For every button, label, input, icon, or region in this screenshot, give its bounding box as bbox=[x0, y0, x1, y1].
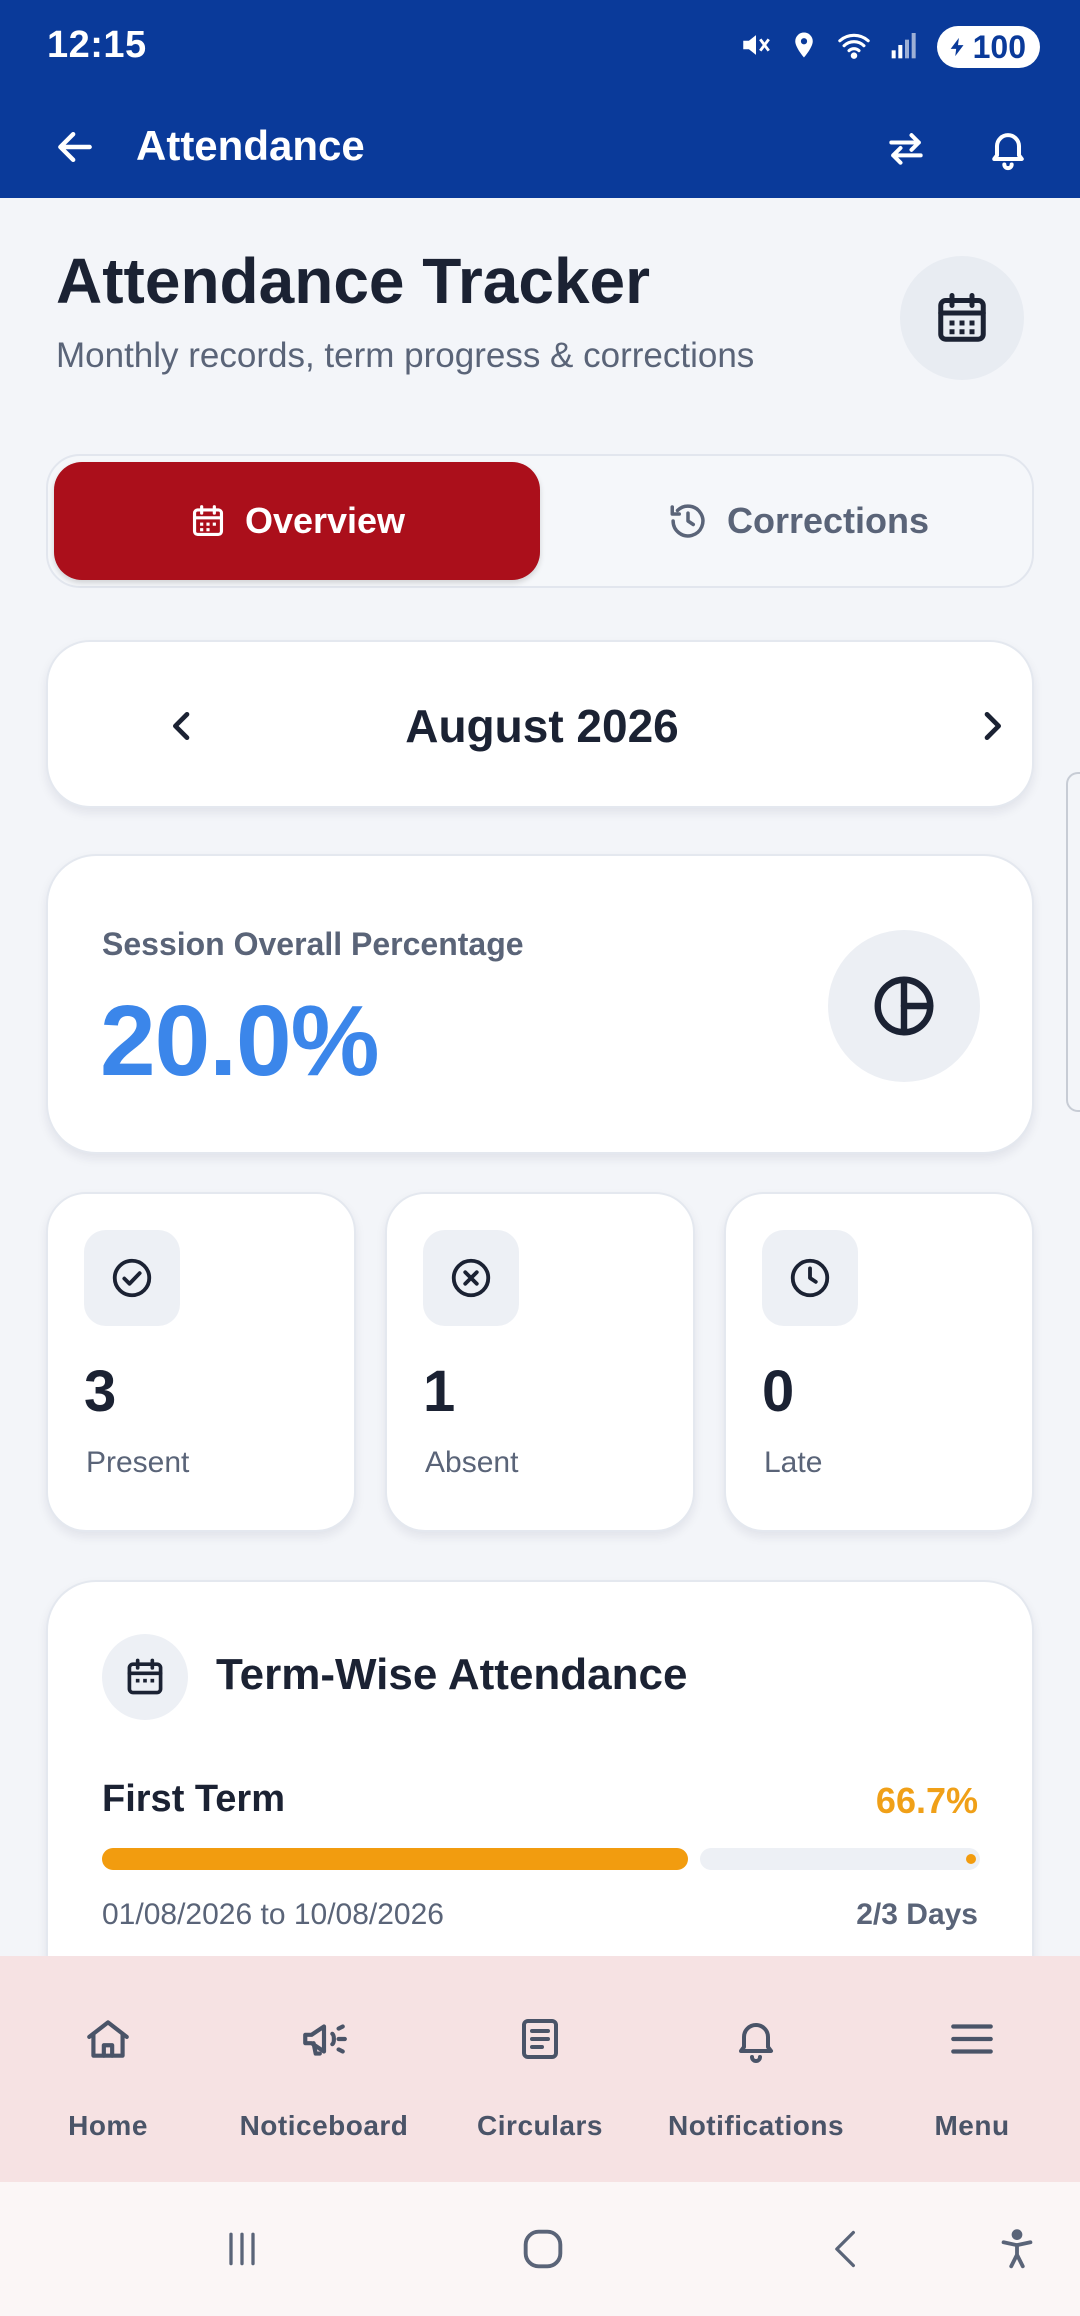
app-bar-title: Attendance bbox=[136, 122, 365, 169]
view-tabs: Overview Corrections bbox=[46, 454, 1034, 588]
location-icon bbox=[789, 28, 819, 67]
term-calendar-icon-wrap bbox=[102, 1634, 188, 1720]
mute-icon bbox=[739, 28, 773, 67]
x-circle-icon bbox=[451, 1258, 491, 1298]
page-subtitle: Monthly records, term progress & correct… bbox=[56, 336, 755, 375]
term-name: First Term bbox=[102, 1778, 286, 1820]
nav-menu-label: Menu bbox=[934, 2110, 1010, 2141]
status-bar: 12:15 100 bbox=[0, 0, 1080, 96]
term-days: 2/3 Days bbox=[856, 1898, 978, 1931]
home-circle-icon bbox=[523, 2229, 563, 2269]
term-section-title: Term-Wise Attendance bbox=[216, 1650, 688, 1699]
wifi-icon bbox=[835, 28, 873, 67]
nav-home-label: Home bbox=[68, 2110, 148, 2141]
clock-icon bbox=[790, 1258, 830, 1298]
late-label: Late bbox=[764, 1446, 823, 1479]
chevron-right-icon bbox=[984, 712, 1001, 740]
chevron-left-icon bbox=[173, 712, 190, 740]
absent-label: Absent bbox=[425, 1446, 519, 1479]
check-circle-icon-wrap bbox=[84, 1230, 180, 1326]
recent-apps-button[interactable] bbox=[197, 2214, 287, 2284]
calendar-icon bbox=[127, 1658, 163, 1695]
accessibility-icon bbox=[1001, 2229, 1033, 2269]
history-icon bbox=[670, 504, 705, 538]
calendar-icon bbox=[938, 293, 986, 342]
session-overall-card: Session Overall Percentage 20.0% bbox=[46, 854, 1034, 1154]
nav-menu[interactable]: Menu bbox=[864, 1956, 1080, 2182]
term-progress-end-dot bbox=[966, 1854, 976, 1864]
tab-corrections[interactable]: Corrections bbox=[588, 462, 1008, 580]
late-count: 0 bbox=[762, 1359, 795, 1424]
month-navigator: August 2026 bbox=[46, 640, 1034, 808]
late-card: 0 Late bbox=[724, 1192, 1034, 1532]
term-percentage: 66.7% bbox=[875, 1780, 978, 1821]
check-circle-icon bbox=[112, 1258, 152, 1298]
term-progress-fill bbox=[102, 1848, 688, 1870]
status-time: 12:15 bbox=[47, 24, 147, 66]
chevron-left-icon bbox=[835, 2230, 855, 2268]
present-count: 3 bbox=[84, 1359, 117, 1424]
present-label: Present bbox=[86, 1446, 190, 1479]
page-title: Attendance Tracker bbox=[56, 245, 651, 317]
system-back-button[interactable] bbox=[801, 2214, 891, 2284]
clock-icon-wrap bbox=[762, 1230, 858, 1326]
back-button[interactable] bbox=[48, 120, 102, 174]
menu-icon bbox=[951, 2024, 993, 2054]
nav-notifications[interactable]: Notifications bbox=[648, 1956, 864, 2182]
tab-corrections-label: Corrections bbox=[726, 500, 930, 541]
previous-month-button[interactable] bbox=[152, 696, 212, 756]
bottom-navigation: Home Noticeboard Circulars Notifications… bbox=[0, 1956, 1080, 2182]
next-month-button[interactable] bbox=[962, 696, 1022, 756]
x-circle-icon-wrap bbox=[423, 1230, 519, 1326]
present-card: 3 Present bbox=[46, 1192, 356, 1532]
home-system-button[interactable] bbox=[498, 2214, 588, 2284]
notifications-button[interactable] bbox=[978, 118, 1038, 178]
bell-icon bbox=[739, 2023, 773, 2063]
battery-indicator: 100 bbox=[936, 26, 1040, 68]
document-icon bbox=[522, 2019, 558, 2059]
term-progress-bar bbox=[102, 1848, 980, 1870]
tab-overview[interactable]: Overview bbox=[54, 462, 540, 580]
status-icons: 100 bbox=[739, 22, 1040, 72]
term-date-range: 01/08/2026 to 10/08/2026 bbox=[102, 1898, 444, 1931]
scroll-handle[interactable] bbox=[1066, 772, 1080, 1112]
nav-noticeboard[interactable]: Noticeboard bbox=[216, 1956, 432, 2182]
megaphone-icon bbox=[303, 2024, 347, 2056]
switch-button[interactable] bbox=[876, 120, 936, 176]
tab-overview-label: Overview bbox=[244, 500, 406, 541]
calendar-button[interactable] bbox=[900, 256, 1024, 380]
signal-icon bbox=[889, 29, 921, 66]
nav-circulars-label: Circulars bbox=[477, 2110, 603, 2141]
session-percentage: 20.0% bbox=[100, 985, 380, 1097]
term-progress-remaining bbox=[700, 1848, 980, 1870]
absent-count: 1 bbox=[423, 1359, 456, 1424]
pie-chart-icon bbox=[874, 976, 934, 1036]
swap-arrows-icon bbox=[889, 133, 923, 165]
battery-level: 100 bbox=[972, 28, 1026, 65]
app-bar: Attendance bbox=[0, 96, 1080, 198]
nav-home[interactable]: Home bbox=[0, 1956, 216, 2182]
accessibility-button[interactable] bbox=[972, 2214, 1062, 2284]
pie-chart-icon-wrap bbox=[828, 930, 980, 1082]
nav-noticeboard-label: Noticeboard bbox=[239, 2110, 409, 2141]
arrow-left-icon bbox=[58, 131, 92, 163]
bell-icon bbox=[992, 133, 1024, 171]
term-wise-card: Term-Wise Attendance First Term 66.7% 01… bbox=[46, 1580, 1034, 2000]
system-navigation-bar bbox=[0, 2182, 1080, 2316]
calendar-icon bbox=[192, 505, 223, 537]
session-label: Session Overall Percentage bbox=[102, 926, 524, 962]
nav-circulars[interactable]: Circulars bbox=[432, 1956, 648, 2182]
recent-apps-icon bbox=[229, 2232, 255, 2266]
absent-card: 1 Absent bbox=[385, 1192, 695, 1532]
home-icon bbox=[87, 2020, 129, 2058]
nav-notifications-label: Notifications bbox=[667, 2110, 845, 2141]
